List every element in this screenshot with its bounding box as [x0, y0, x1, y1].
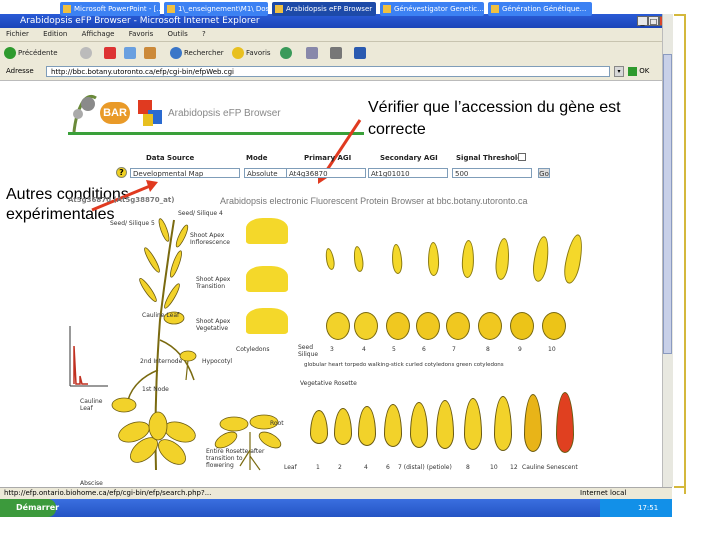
stage-number: 10 — [548, 346, 556, 353]
threshold-checkbox[interactable] — [518, 153, 526, 161]
secondary-agi-input[interactable]: At1g01010 — [368, 168, 448, 178]
vertical-scrollbar[interactable] — [662, 14, 673, 487]
task-generation[interactable]: Génération Génétique... — [488, 2, 592, 16]
label-root: Root — [270, 420, 284, 427]
seed-disk — [354, 312, 378, 340]
label-seed-silique-5: Seed/ Silique 5 — [110, 220, 155, 227]
label-shoot-apex-inflorescence: Shoot Apex Inflorescence — [190, 232, 230, 246]
taskbar — [0, 499, 672, 517]
seed-disk — [510, 312, 534, 340]
stage-number: 5 — [392, 346, 396, 353]
task-genevestigator[interactable]: Génévestigator Genetic... — [380, 2, 484, 16]
leaf-number: 2 — [338, 464, 342, 471]
leaf-number: 12 — [510, 464, 518, 471]
go-submit-button[interactable]: Go — [538, 168, 550, 178]
stage-number: 8 — [486, 346, 490, 353]
label-hypocotyl: Hypocotyl — [202, 358, 233, 365]
primary-agi-input[interactable]: At4g36870 — [286, 168, 366, 178]
stage-number: 7 — [452, 346, 456, 353]
stage-number: 6 — [422, 346, 426, 353]
task-efp-browser[interactable]: Arabidopsis eFP Browser — [272, 2, 376, 16]
seed-disk — [416, 312, 440, 340]
label-cotyledons: Cotyledons — [236, 346, 270, 353]
header-secondary-agi: Secondary AGI — [380, 154, 438, 162]
status-zone: Internet local — [580, 489, 627, 497]
label-vegetative-rosette: Vegetative Rosette — [300, 380, 357, 387]
status-bar: http://efp.ontario.biohome.ca/efp/cgi-bi… — [0, 487, 672, 499]
leaf-number: 10 — [490, 464, 498, 471]
system-tray: 17:51 — [600, 499, 672, 517]
stage-number: 9 — [518, 346, 522, 353]
label-shoot-apex-transition: Shoot Apex Transition — [196, 276, 231, 290]
expression-scale-bar — [69, 326, 108, 387]
stage-number: 3 — [330, 346, 334, 353]
label-petiole: 7 (distal) (petiole) — [398, 464, 452, 471]
mode-select[interactable]: Absolute — [244, 168, 288, 178]
label-shoot-apex-vegetative: Shoot Apex Vegetative — [196, 318, 231, 332]
label-abscise: Abscise — [80, 480, 103, 487]
label-cauline-leaf: Cauline Leaf — [80, 398, 103, 412]
clock: 17:51 — [638, 504, 659, 512]
leaf-number: 1 — [316, 464, 320, 471]
scrollbar-thumb[interactable] — [663, 54, 672, 354]
start-button[interactable]: Démarrer — [0, 499, 59, 517]
label-seed-silique-4: Seed/ Silique 4 — [178, 210, 223, 217]
label-first-node: 1st Node — [142, 386, 169, 393]
shoot-apex-vegetative-shape — [246, 308, 288, 334]
shoot-apex-transition-shape — [246, 266, 288, 292]
leaf-number: Leaf — [284, 464, 297, 471]
header-mode: Mode — [246, 154, 268, 162]
header-data-source: Data Source — [146, 154, 195, 162]
header-signal-threshold: Signal Threshold — [456, 154, 523, 162]
seed-disk — [542, 312, 566, 340]
leaf-number: 4 — [364, 464, 368, 471]
task-powerpoint[interactable]: Microsoft PowerPoint - [...] — [60, 2, 160, 16]
signal-threshold-input[interactable]: 500 — [452, 168, 532, 178]
leaf-number: 8 — [466, 464, 470, 471]
data-source-select[interactable]: Developmental Map — [130, 168, 240, 178]
help-button[interactable]: ? — [116, 167, 127, 178]
label-seed-row: Seed Silique — [298, 344, 319, 358]
shoot-apex-inflorescence-shape — [246, 218, 288, 244]
label-cauline-senescent: Cauline Senescent — [522, 464, 578, 471]
label-entire-rosette: Entire Rosette after transition to flowe… — [206, 448, 265, 469]
label-stage-names: globular heart torpedo walking-stick cur… — [304, 362, 504, 368]
seed-disk — [386, 312, 410, 340]
task-explorer-folder[interactable]: 1\_enseignement\M1\ Dos... — [164, 2, 268, 16]
label-second-internode: 2nd Internode — [140, 358, 183, 365]
seed-disk — [446, 312, 470, 340]
seed-disk — [326, 312, 350, 340]
stage-number: 4 — [362, 346, 366, 353]
header-primary-agi: Primary AGI — [304, 154, 352, 162]
seed-disk — [478, 312, 502, 340]
status-url: http://efp.ontario.biohome.ca/efp/cgi-bi… — [4, 489, 212, 497]
label-cauline-leaf-top: Cauline Leaf — [142, 312, 180, 319]
leaf-number: 6 — [386, 464, 390, 471]
